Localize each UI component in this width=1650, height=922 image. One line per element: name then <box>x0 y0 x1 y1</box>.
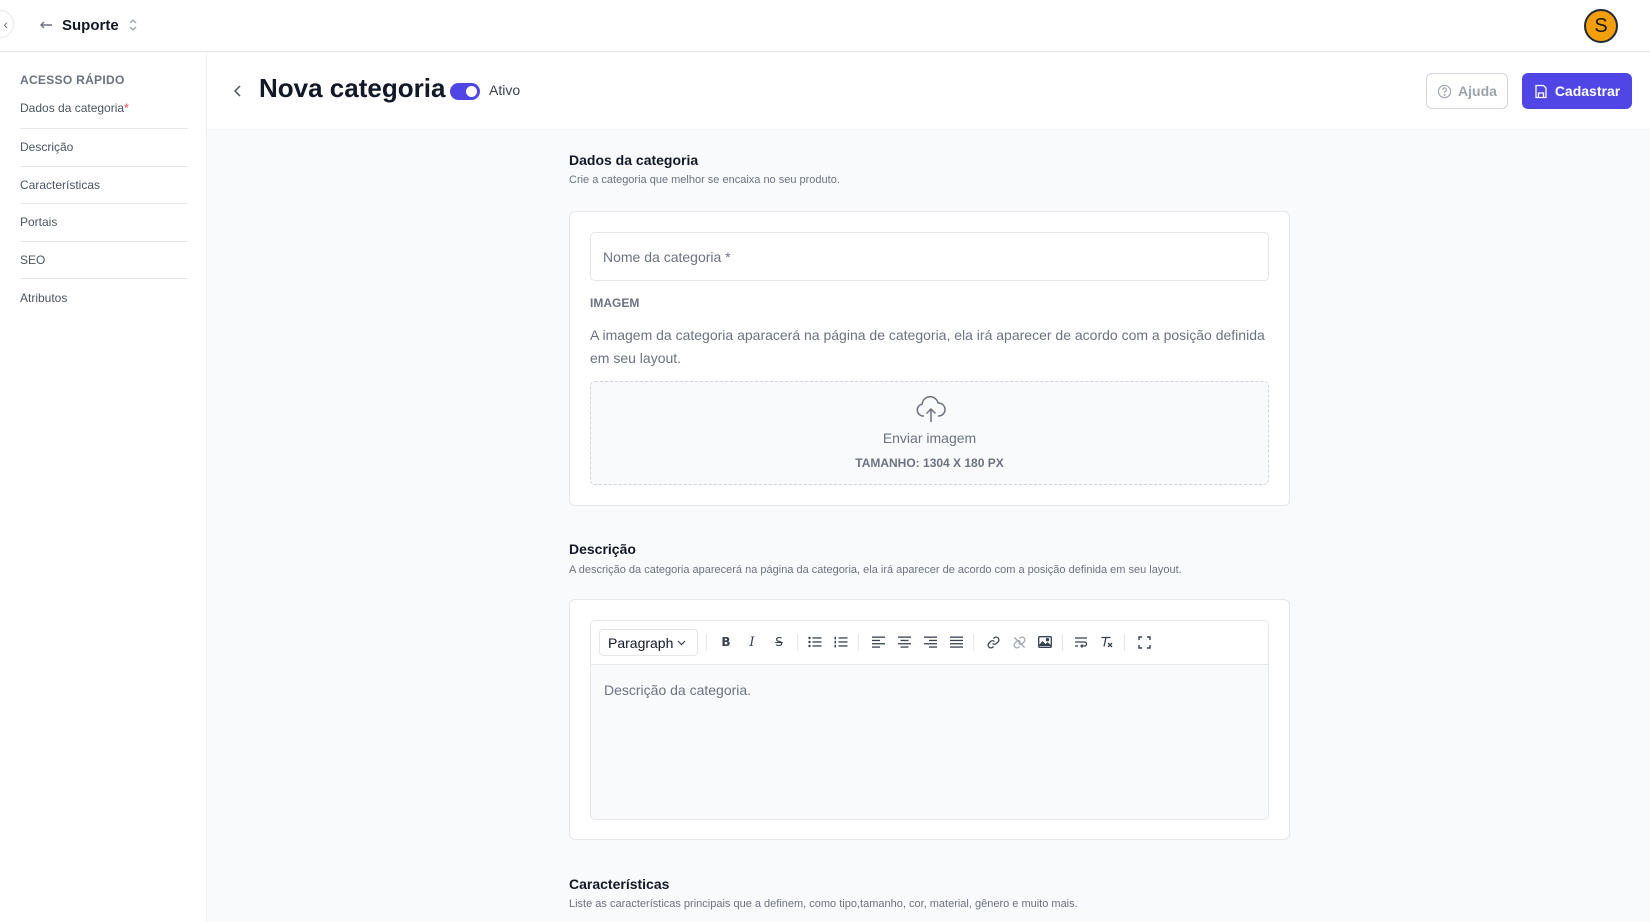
sidebar-collapse-button[interactable]: ‹ <box>0 10 14 38</box>
sidebar-item-caracteristicas[interactable]: Características <box>20 167 188 205</box>
page-title: Nova categoria <box>259 73 446 103</box>
characteristics-title: Características <box>569 876 670 892</box>
characteristics-subtitle: Liste as características principais que … <box>569 898 1078 910</box>
image-description: A imagem da categoria aparacerá na págin… <box>590 327 1265 366</box>
chevron-left-icon: ‹ <box>3 16 8 32</box>
submit-button[interactable]: Cadastrar <box>1522 73 1632 109</box>
top-bar: ‹ Suporte S <box>0 0 1650 52</box>
arrow-left-icon <box>40 21 52 29</box>
description-placeholder: Descrição da categoria. <box>604 682 752 698</box>
description-editor-area[interactable]: Descrição da categoria. <box>591 665 1268 819</box>
numbered-list-icon[interactable] <box>831 632 851 652</box>
workspace-switcher[interactable]: Suporte <box>38 14 139 36</box>
category-data-subtitle: Crie a categoria que melhor se encaixa n… <box>569 174 840 186</box>
format-select-value: Paragraph <box>608 634 674 651</box>
sidebar-nav: Dados da categoria * Descrição Caracterís… <box>20 99 188 317</box>
align-justify-icon[interactable] <box>946 632 966 652</box>
sidebar-item-portais[interactable]: Portais <box>20 204 188 242</box>
description-card: Paragraph B I S Descrição da categoria. <box>569 599 1290 840</box>
chevron-left-icon <box>233 85 241 97</box>
clear-format-icon[interactable] <box>1097 632 1117 652</box>
fullscreen-icon[interactable] <box>1134 632 1154 652</box>
category-data-title: Dados da categoria <box>569 152 699 168</box>
unlink-icon[interactable] <box>1009 632 1029 652</box>
required-mark: * <box>124 101 129 115</box>
sidebar-item-label: Características <box>20 177 101 192</box>
sidebar-item-label: Dados da categoria <box>20 101 125 115</box>
sidebar-item-atributos[interactable]: Atributos <box>20 279 188 317</box>
toolbar-divider <box>1124 634 1125 651</box>
image-icon[interactable] <box>1035 632 1055 652</box>
workspace-name: Suporte <box>62 16 119 34</box>
sidebar-title: ACESSO RÁPIDO <box>20 73 125 87</box>
chevron-up-down-icon <box>129 19 137 31</box>
sidebar-item-label: Atributos <box>20 291 68 306</box>
image-upload-dropzone[interactable]: Enviar imagem TAMANHO: 1304 X 180 PX <box>590 381 1269 485</box>
editor-toolbar: Paragraph B I S <box>591 621 1268 665</box>
question-circle-icon <box>1437 84 1452 98</box>
toolbar-divider <box>1062 634 1063 651</box>
toolbar-divider <box>973 634 974 651</box>
bold-icon[interactable]: B <box>716 632 736 652</box>
submit-button-label: Cadastrar <box>1554 83 1621 99</box>
back-button[interactable] <box>233 79 249 103</box>
active-toggle[interactable] <box>450 83 480 100</box>
align-right-icon[interactable] <box>920 632 940 652</box>
sidebar-item-label: Descrição <box>20 140 74 155</box>
align-left-icon[interactable] <box>868 632 888 652</box>
bullet-list-icon[interactable] <box>805 632 825 652</box>
upload-label: Enviar imagem <box>882 430 977 446</box>
sidebar-item-label: Portais <box>20 215 58 230</box>
category-data-card: Nome da categoria * IMAGEM A imagem da c… <box>569 211 1290 506</box>
category-name-input[interactable]: Nome da categoria * <box>590 232 1269 281</box>
italic-icon[interactable]: I <box>742 632 762 652</box>
active-toggle-label: Ativo <box>489 82 521 98</box>
align-center-icon[interactable] <box>894 632 914 652</box>
cloud-upload-icon <box>916 395 946 422</box>
description-title: Descrição <box>569 541 636 557</box>
image-label: IMAGEM <box>590 296 640 310</box>
toolbar-divider <box>706 634 707 651</box>
link-icon[interactable] <box>983 632 1003 652</box>
sidebar-item-dados-da-categoria[interactable]: Dados da categoria * <box>20 99 188 129</box>
user-avatar[interactable]: S <box>1584 9 1618 43</box>
help-button[interactable]: Ajuda <box>1426 73 1508 109</box>
rich-text-editor: Paragraph B I S Descrição da categoria. <box>590 620 1269 820</box>
sidebar-item-descricao[interactable]: Descrição <box>20 129 188 167</box>
save-icon <box>1535 84 1547 98</box>
strikethrough-icon[interactable]: S <box>769 632 789 652</box>
category-name-placeholder: Nome da categoria * <box>603 248 731 265</box>
sidebar-item-seo[interactable]: SEO <box>20 242 188 280</box>
upload-size: TAMANHO: 1304 X 180 PX <box>855 456 1004 470</box>
text-wrap-icon[interactable] <box>1071 632 1091 652</box>
toolbar-divider <box>858 634 859 651</box>
chevron-down-icon <box>677 640 686 645</box>
quick-access-sidebar: ACESSO RÁPIDO Dados da categoria * Descri… <box>0 53 207 922</box>
sidebar-item-label: SEO <box>20 253 46 268</box>
description-subtitle: A descrição da categoria aparecerá na pá… <box>569 564 1182 576</box>
page-header: Nova categoria Ativo Ajuda Cadastrar <box>207 53 1650 130</box>
help-button-label: Ajuda <box>1458 83 1497 99</box>
format-select[interactable]: Paragraph <box>599 629 698 656</box>
toolbar-divider <box>797 634 798 651</box>
